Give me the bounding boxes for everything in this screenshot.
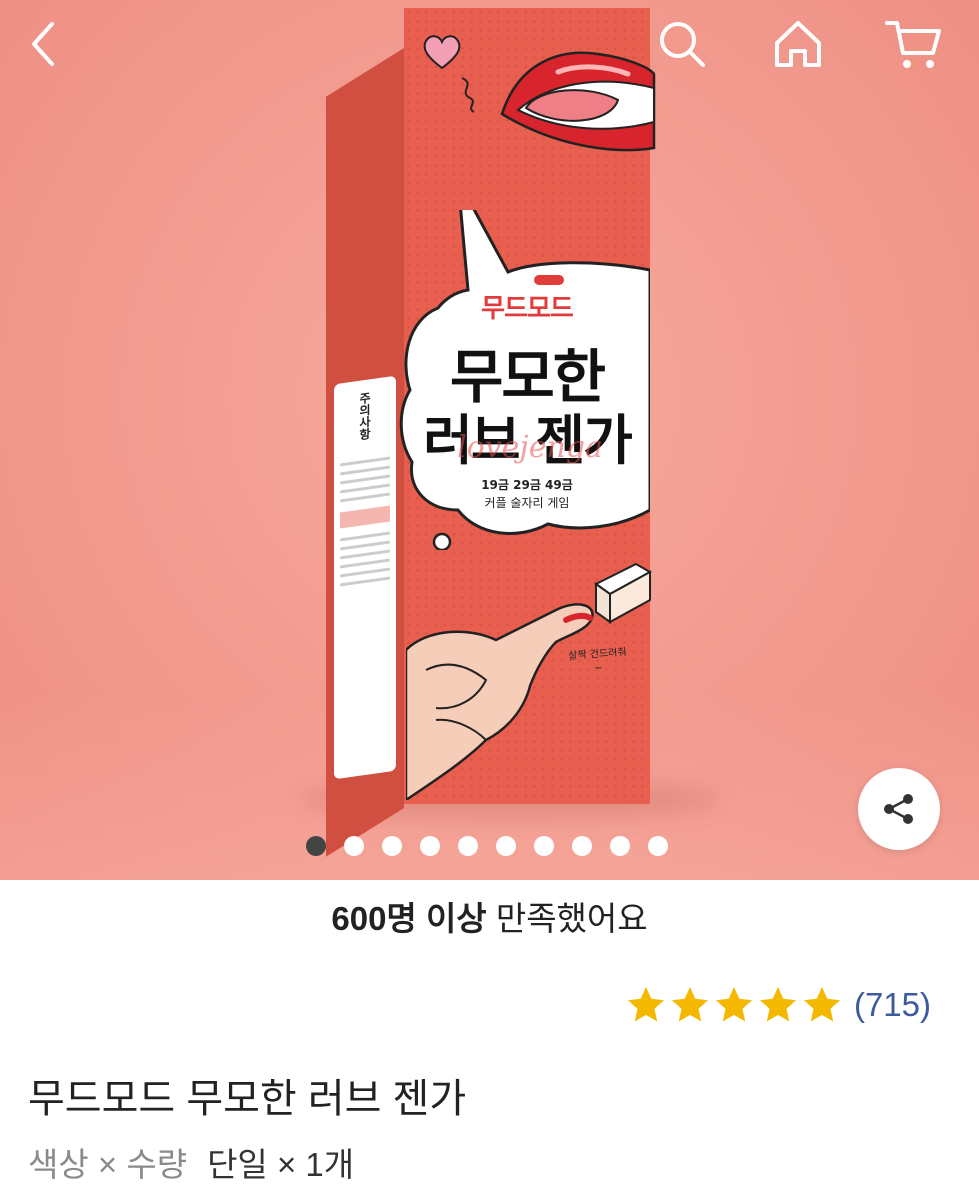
satisfaction-count: 600명 이상 (331, 900, 487, 937)
box-subtitle-2: 커플 술자리 게임 (484, 496, 570, 510)
back-button[interactable] (14, 14, 74, 74)
carousel-dot[interactable] (381, 836, 402, 856)
brand-logo-mark (534, 275, 564, 285)
box-side-label: 주의사항 (334, 375, 396, 780)
carousel-dot[interactable] (647, 836, 668, 856)
home-icon (775, 21, 821, 67)
cart-button[interactable] (884, 14, 944, 74)
cart-icon (885, 21, 941, 68)
search-icon (660, 22, 705, 67)
carousel-dot[interactable] (495, 836, 516, 856)
review-count[interactable]: (715) (854, 986, 931, 1024)
share-icon (884, 794, 913, 824)
star-icon (803, 987, 840, 1022)
satisfaction-text: 만족했어요 (486, 900, 648, 937)
product-image-carousel[interactable]: 주의사항 무드모드 무모한 러브 젠가 lovejenga 19금 29금 49… (0, 0, 979, 880)
satisfaction-banner: 600명 이상 만족했어요 (0, 892, 979, 940)
box-script-text: lovejenga (457, 430, 603, 465)
lips-illustration (500, 51, 656, 152)
star-icon (759, 987, 796, 1022)
box-brand: 무드모드 (481, 294, 574, 324)
star-icon (627, 987, 664, 1022)
rating-summary[interactable]: (715) (626, 980, 931, 1030)
option-value: 단일 × 1개 (207, 1146, 355, 1183)
heart-icon (423, 35, 461, 70)
squiggle-decoration (461, 77, 475, 113)
home-button[interactable] (768, 14, 828, 74)
search-button[interactable] (652, 14, 712, 74)
carousel-dot[interactable] (609, 836, 630, 856)
carousel-dot[interactable] (457, 836, 478, 856)
carousel-pagination[interactable] (0, 836, 979, 860)
carousel-dot[interactable] (419, 836, 440, 856)
carousel-dot[interactable] (343, 836, 364, 856)
selected-option: 색상 × 수량 단일 × 1개 (28, 1138, 354, 1186)
carousel-dot[interactable] (305, 836, 326, 856)
chevron-left-icon (32, 22, 54, 66)
carousel-dot[interactable] (571, 836, 592, 856)
star-rating (626, 985, 842, 1025)
hand-illustration (406, 603, 594, 800)
hand-note-text: 살짝 건드려줘~ (567, 646, 627, 675)
option-label: 색상 × 수량 (28, 1146, 188, 1183)
product-title: 무드모드 무모한 러브 젠가 (28, 1077, 467, 1121)
carousel-dot[interactable] (533, 836, 554, 856)
side-label-title: 주의사항 (357, 391, 372, 442)
star-icon (671, 987, 708, 1022)
box-subtitle-1: 19금 29금 49금 (481, 478, 573, 492)
star-icon (715, 987, 752, 1022)
